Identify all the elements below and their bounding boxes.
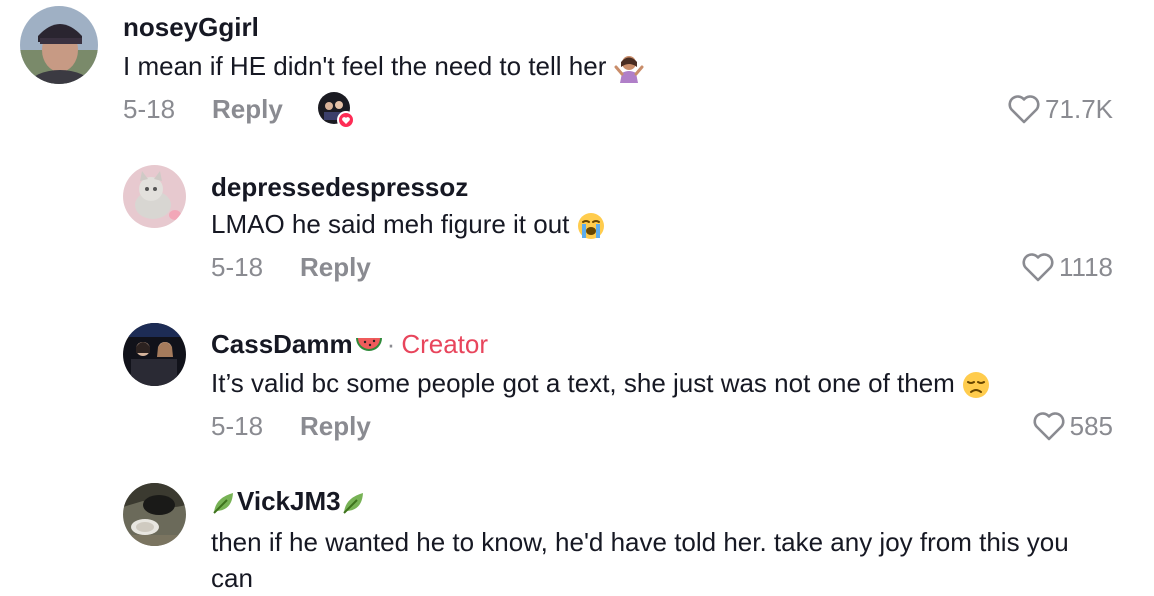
comment-body: LMAO he said meh figure it out <box>211 209 570 239</box>
comment-text: I mean if HE didn't feel the need to tel… <box>123 48 644 84</box>
comment-date: 5-18 <box>123 94 176 124</box>
username[interactable]: noseyGgirl <box>123 12 259 42</box>
reply-button[interactable]: Reply <box>300 252 371 282</box>
reply-button[interactable]: Reply <box>300 411 371 441</box>
creator-separator: · <box>386 329 396 359</box>
username[interactable]: depressedespressoz <box>211 172 468 202</box>
comment-1: noseyGgirl I mean if HE didn't feel the … <box>0 0 1154 160</box>
username[interactable]: VickJM3 <box>211 486 367 516</box>
avatar-image <box>20 6 98 84</box>
creator-liked-avatar-icon <box>318 92 355 129</box>
reply-button[interactable]: Reply <box>212 94 283 124</box>
username-text: CassDamm <box>211 329 353 359</box>
heart-outline-icon <box>1008 95 1040 124</box>
avatar-image <box>123 483 186 546</box>
like-button[interactable]: 1118 <box>1021 252 1113 282</box>
avatar[interactable] <box>123 165 186 228</box>
comment-date: 5-18 <box>211 252 264 282</box>
leaf-emoji <box>213 493 233 514</box>
like-count: 585 <box>1069 411 1113 441</box>
like-button[interactable]: 71.7K <box>1007 94 1113 124</box>
comment-2: depressedespressoz LMAO he said meh figu… <box>0 160 1154 320</box>
avatar[interactable] <box>123 323 186 386</box>
comment-date: 5-18 <box>211 411 264 441</box>
avatar[interactable] <box>123 483 186 546</box>
loudly-crying-emoji <box>577 213 604 240</box>
watermelon-emoji <box>355 338 382 352</box>
heart-outline-icon <box>1033 412 1065 441</box>
username-text: VickJM3 <box>237 486 341 516</box>
comment-text: It’s valid bc some people got a text, sh… <box>211 365 990 401</box>
avatar-image <box>123 323 186 386</box>
woman-shrugging-emoji <box>614 56 644 84</box>
creator-badge: Creator <box>401 329 489 359</box>
avatar[interactable] <box>20 6 98 84</box>
comment-body: It’s valid bc some people got a text, sh… <box>211 368 955 398</box>
like-button[interactable]: 585 <box>1032 411 1113 441</box>
heart-outline-icon <box>1022 253 1054 282</box>
disappointed-emoji <box>963 372 990 399</box>
leaf-emoji <box>342 493 363 514</box>
comment-3: CassDamm · Creator It’s valid bc some peo… <box>0 320 1154 480</box>
like-count: 71.7K <box>1045 94 1113 124</box>
avatar-image <box>123 165 186 228</box>
like-count: 1118 <box>1059 252 1113 282</box>
comment-text: LMAO he said meh figure it out <box>211 206 605 242</box>
comment-text: then if he wanted he to know, he'd have … <box>211 527 1069 593</box>
comment-body: I mean if HE didn't feel the need to tel… <box>123 51 607 81</box>
comment-4: VickJM3 then if he wanted he to know, he… <box>0 480 1154 596</box>
username[interactable]: CassDamm · Creator <box>211 329 488 359</box>
